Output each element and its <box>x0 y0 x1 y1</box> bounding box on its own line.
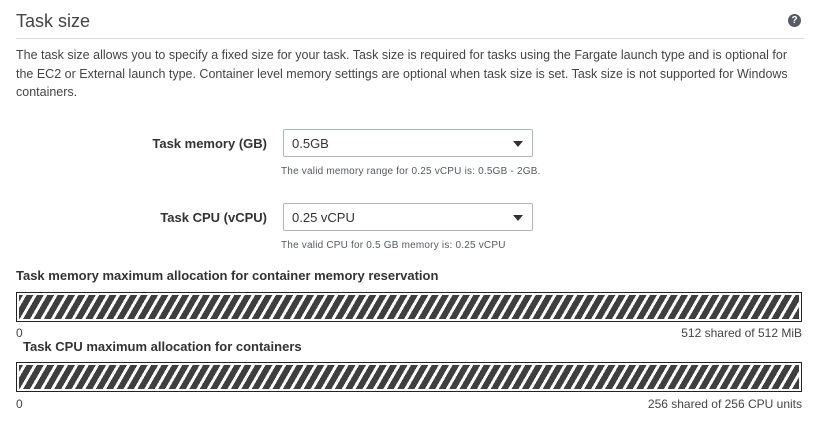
memory-allocation-title: Task memory maximum allocation for conta… <box>16 268 439 283</box>
cpu-allocation-min: 0 <box>16 397 23 411</box>
task-cpu-value: 0.25 vCPU <box>292 210 355 225</box>
cpu-allocation-title: Task CPU maximum allocation for containe… <box>23 339 302 354</box>
section-title: Task size <box>16 11 91 31</box>
memory-allocation-max: 512 shared of 512 MiB <box>681 326 802 340</box>
task-memory-select[interactable]: 0.5GB <box>283 129 533 157</box>
cpu-allocation-fill <box>19 365 799 389</box>
task-memory-label: Task memory (GB) <box>152 136 267 151</box>
memory-allocation-fill <box>19 295 799 319</box>
task-cpu-hint: The valid CPU for 0.5 GB memory is: 0.25… <box>281 240 506 251</box>
question-circle-icon[interactable]: ? <box>788 14 801 27</box>
section-header: Task size ? <box>16 8 804 39</box>
cpu-allocation-bar <box>16 362 802 392</box>
task-cpu-select[interactable]: 0.25 vCPU <box>283 203 533 231</box>
memory-allocation-min: 0 <box>16 326 23 340</box>
section-description: The task size allows you to specify a fi… <box>16 48 788 99</box>
task-cpu-label: Task CPU (vCPU) <box>160 210 267 225</box>
task-memory-hint: The valid memory range for 0.25 vCPU is:… <box>281 166 541 177</box>
caret-down-icon <box>513 215 523 221</box>
memory-allocation-bar <box>16 292 802 322</box>
cpu-allocation-max: 256 shared of 256 CPU units <box>647 397 802 411</box>
task-memory-value: 0.5GB <box>292 136 329 151</box>
caret-down-icon <box>513 141 523 147</box>
